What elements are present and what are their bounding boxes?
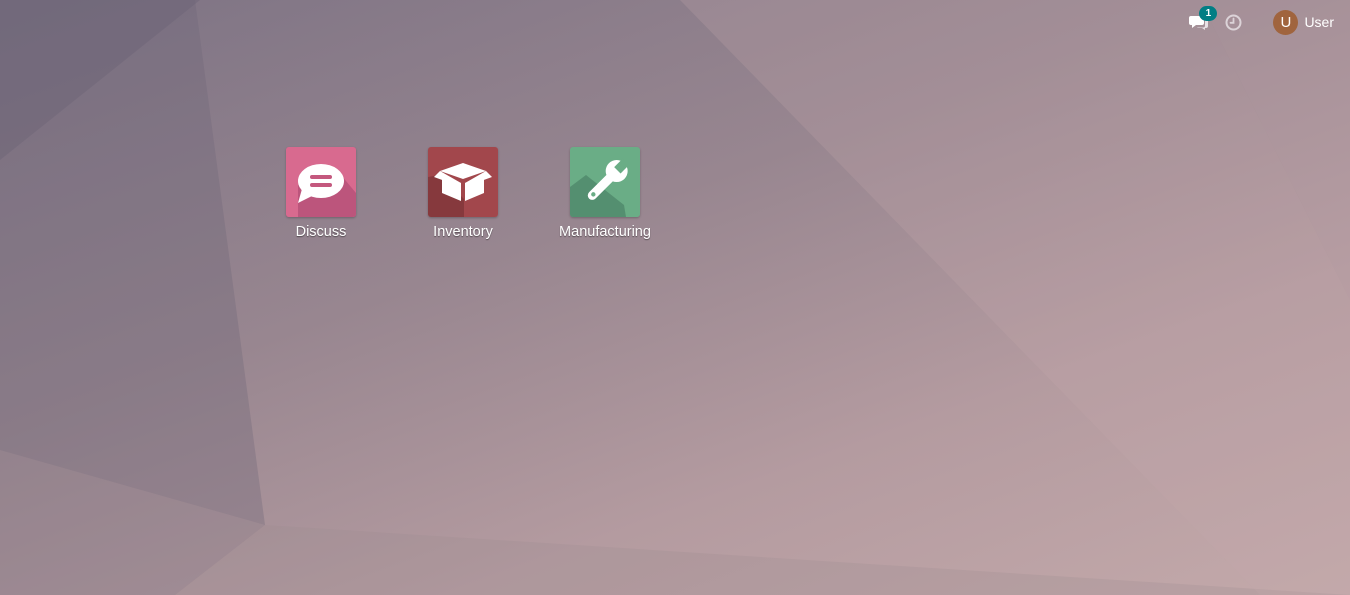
app-label: Manufacturing	[559, 224, 651, 240]
app-inventory[interactable]: Inventory	[392, 147, 534, 240]
app-manufacturing[interactable]: Manufacturing	[534, 147, 676, 240]
app-label: Inventory	[433, 224, 493, 240]
speech-bubble-icon	[286, 147, 356, 217]
user-menu[interactable]: U User	[1273, 9, 1334, 35]
box-icon	[428, 147, 498, 217]
clock-icon	[1225, 14, 1242, 30]
systray: 1 U User	[1189, 0, 1350, 44]
app-label: Discuss	[295, 224, 347, 240]
messaging-menu[interactable]: 1	[1189, 6, 1218, 33]
app-grid: Discuss Inventory Manufacturing	[250, 147, 676, 240]
app-discuss[interactable]: Discuss	[250, 147, 392, 240]
background-facets	[0, 0, 1350, 595]
unread-count-badge: 1	[1199, 6, 1218, 21]
wrench-icon	[570, 147, 640, 217]
user-name: User	[1304, 14, 1334, 30]
avatar: U	[1273, 9, 1299, 35]
activity-menu[interactable]	[1225, 13, 1243, 31]
home-menu: 1 U User Discuss Inventory Manufacturing	[0, 0, 1350, 595]
